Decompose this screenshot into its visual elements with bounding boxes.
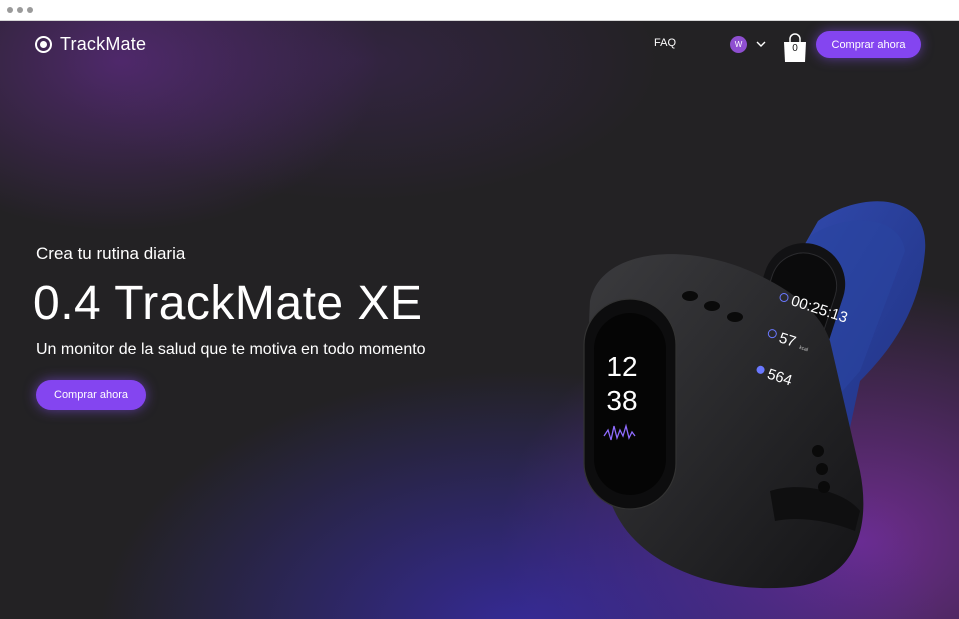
browser-toolbar xyxy=(0,0,959,21)
cart-count: 0 xyxy=(792,43,798,54)
window-dot-icon xyxy=(7,7,13,13)
hero-kicker: Crea tu rutina diaria xyxy=(36,244,186,263)
buy-now-nav-button[interactable]: Comprar ahora xyxy=(816,31,921,58)
brand-name: TrackMate xyxy=(60,34,147,54)
chevron-down-icon[interactable] xyxy=(755,38,767,50)
fitness-bands-image: 12 38 00:25:13 57 kcal 564 xyxy=(583,201,926,589)
nav-link-faq[interactable]: FAQ xyxy=(654,37,676,49)
buy-now-hero-button[interactable]: Comprar ahora xyxy=(36,380,146,410)
black-band-hour: 12 xyxy=(606,351,637,382)
hero-page: TrackMate FAQ W 0 Comprar ahora Crea tu … xyxy=(0,21,959,619)
logo-ring-icon xyxy=(35,36,52,53)
window-dot-icon xyxy=(27,7,33,13)
brand-logo[interactable]: TrackMate xyxy=(35,34,146,55)
hero-subtitle: Un monitor de la salud que te motiva en … xyxy=(36,341,426,358)
window-dot-icon xyxy=(17,7,23,13)
hero-title: 0.4 TrackMate XE xyxy=(33,277,423,330)
avatar[interactable]: W xyxy=(730,36,747,53)
black-band-minute: 38 xyxy=(606,385,637,416)
